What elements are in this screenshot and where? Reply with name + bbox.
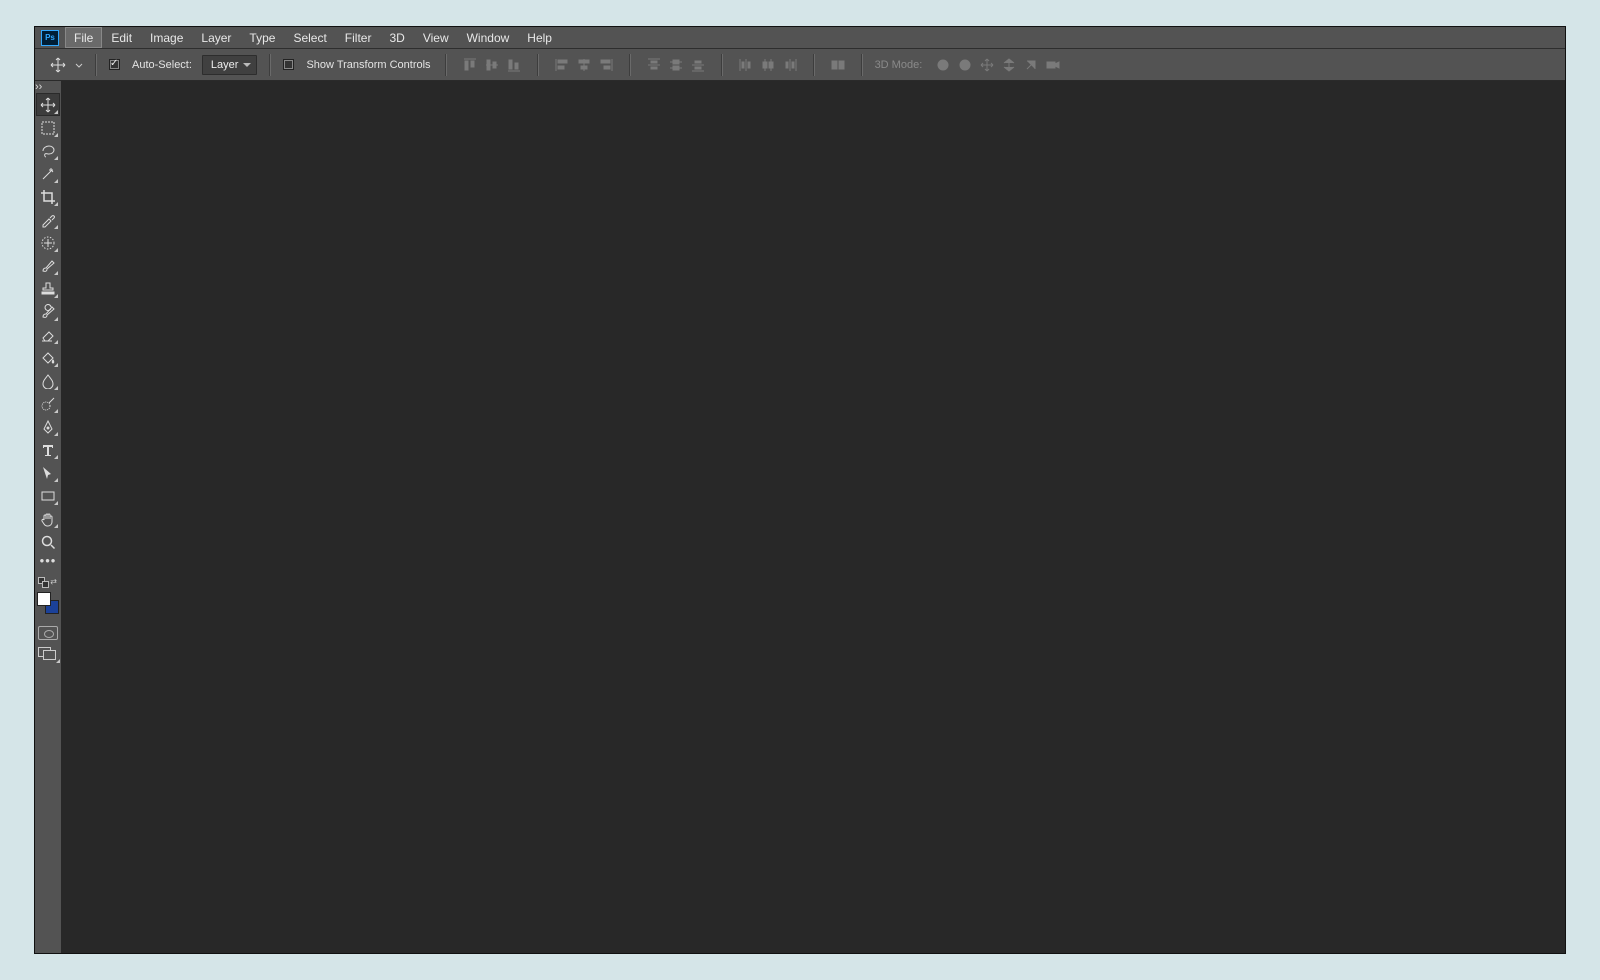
- align-horizontal-centers-button[interactable]: [573, 54, 595, 76]
- align-bottom-edges-button[interactable]: [503, 54, 525, 76]
- slide-3d-icon[interactable]: [998, 54, 1020, 76]
- rectangle-tool[interactable]: [36, 484, 60, 507]
- menu-view[interactable]: View: [414, 27, 458, 48]
- show-transform-checkbox[interactable]: [283, 59, 294, 70]
- foreground-background-swatch[interactable]: [36, 591, 60, 615]
- distribute-horizontal-centers-button[interactable]: [757, 54, 779, 76]
- divider: [721, 54, 723, 76]
- move-tool[interactable]: [36, 93, 60, 116]
- edit-toolbar-button[interactable]: •••: [36, 553, 60, 573]
- zoom-tool[interactable]: [36, 530, 60, 553]
- toolbox-expand-toggle[interactable]: ››: [35, 81, 61, 93]
- menu-edit[interactable]: Edit: [102, 27, 141, 48]
- lasso-tool[interactable]: [36, 139, 60, 162]
- mode-3d-icons: [932, 54, 1064, 76]
- dodge-tool[interactable]: [36, 392, 60, 415]
- menu-filter[interactable]: Filter: [336, 27, 381, 48]
- menu-bar: Ps FileEditImageLayerTypeSelectFilter3DV…: [35, 27, 1565, 49]
- default-colors-button[interactable]: ⇄: [36, 577, 60, 589]
- auto-align-layers-button[interactable]: [827, 54, 849, 76]
- healing-brush-tool[interactable]: [36, 231, 60, 254]
- menu-select[interactable]: Select: [284, 27, 335, 48]
- divider: [269, 54, 271, 76]
- quick-selection-tool[interactable]: [36, 162, 60, 185]
- eyedropper-tool[interactable]: [36, 208, 60, 231]
- auto-select-checkbox[interactable]: [109, 59, 120, 70]
- scale-3d-icon[interactable]: [1020, 54, 1042, 76]
- auto-select-label: Auto-Select:: [132, 59, 192, 71]
- menu-file[interactable]: File: [65, 27, 102, 48]
- pen-tool[interactable]: [36, 415, 60, 438]
- screen-mode-button[interactable]: [38, 647, 58, 661]
- menu-type[interactable]: Type: [240, 27, 284, 48]
- gradient-tool[interactable]: [36, 346, 60, 369]
- show-transform-label: Show Transform Controls: [306, 59, 430, 71]
- distribute-vertical-centers-button[interactable]: [665, 54, 687, 76]
- toolbox: ••• ⇄: [35, 93, 61, 665]
- divider: [813, 54, 815, 76]
- divider: [445, 54, 447, 76]
- app-logo-icon: Ps: [41, 30, 59, 46]
- divider: [861, 54, 863, 76]
- roll-3d-icon[interactable]: [954, 54, 976, 76]
- distribute-left-edges-button[interactable]: [735, 54, 757, 76]
- distribute-bottom-edges-button[interactable]: [687, 54, 709, 76]
- menu-layer[interactable]: Layer: [192, 27, 240, 48]
- align-left-edges-button[interactable]: [551, 54, 573, 76]
- empty-canvas[interactable]: [65, 81, 1565, 953]
- distribute-right-edges-button[interactable]: [779, 54, 801, 76]
- hand-tool[interactable]: [36, 507, 60, 530]
- align-right-edges-button[interactable]: [595, 54, 617, 76]
- eraser-tool[interactable]: [36, 323, 60, 346]
- tool-preset-picker[interactable]: [75, 61, 83, 69]
- divider: [629, 54, 631, 76]
- move-tool-indicator-icon: [49, 56, 67, 74]
- align-vertical-group: [459, 54, 525, 76]
- distribute-top-edges-button[interactable]: [643, 54, 665, 76]
- history-brush-tool[interactable]: [36, 300, 60, 323]
- document-area: [65, 81, 1565, 953]
- blur-tool[interactable]: [36, 369, 60, 392]
- align-top-edges-button[interactable]: [459, 54, 481, 76]
- marquee-tool[interactable]: [36, 116, 60, 139]
- menu-window[interactable]: Window: [458, 27, 519, 48]
- clone-stamp-tool[interactable]: [36, 277, 60, 300]
- distribute-vertical-group: [643, 54, 709, 76]
- workspace: ›› ••• ⇄: [35, 81, 1565, 953]
- menu-help[interactable]: Help: [518, 27, 561, 48]
- distribute-horizontal-group: [735, 54, 801, 76]
- pan-3d-icon[interactable]: [976, 54, 998, 76]
- mode-3d-label: 3D Mode:: [875, 59, 923, 71]
- auto-select-target-select[interactable]: Layer: [202, 55, 258, 75]
- crop-tool[interactable]: [36, 185, 60, 208]
- path-selection-tool[interactable]: [36, 461, 60, 484]
- orbit-3d-icon[interactable]: [932, 54, 954, 76]
- camera-3d-icon[interactable]: [1042, 54, 1064, 76]
- brush-tool[interactable]: [36, 254, 60, 277]
- align-vertical-centers-button[interactable]: [481, 54, 503, 76]
- auto-align-group: [827, 54, 849, 76]
- options-bar: Auto-Select: Layer Show Transform Contro…: [35, 49, 1565, 81]
- menu-3d[interactable]: 3D: [380, 27, 413, 48]
- quick-mask-mode-button[interactable]: [38, 626, 58, 640]
- align-horizontal-group: [551, 54, 617, 76]
- menu-image[interactable]: Image: [141, 27, 192, 48]
- divider: [537, 54, 539, 76]
- divider: [95, 54, 97, 76]
- app-window: Ps FileEditImageLayerTypeSelectFilter3DV…: [34, 26, 1566, 954]
- type-tool[interactable]: [36, 438, 60, 461]
